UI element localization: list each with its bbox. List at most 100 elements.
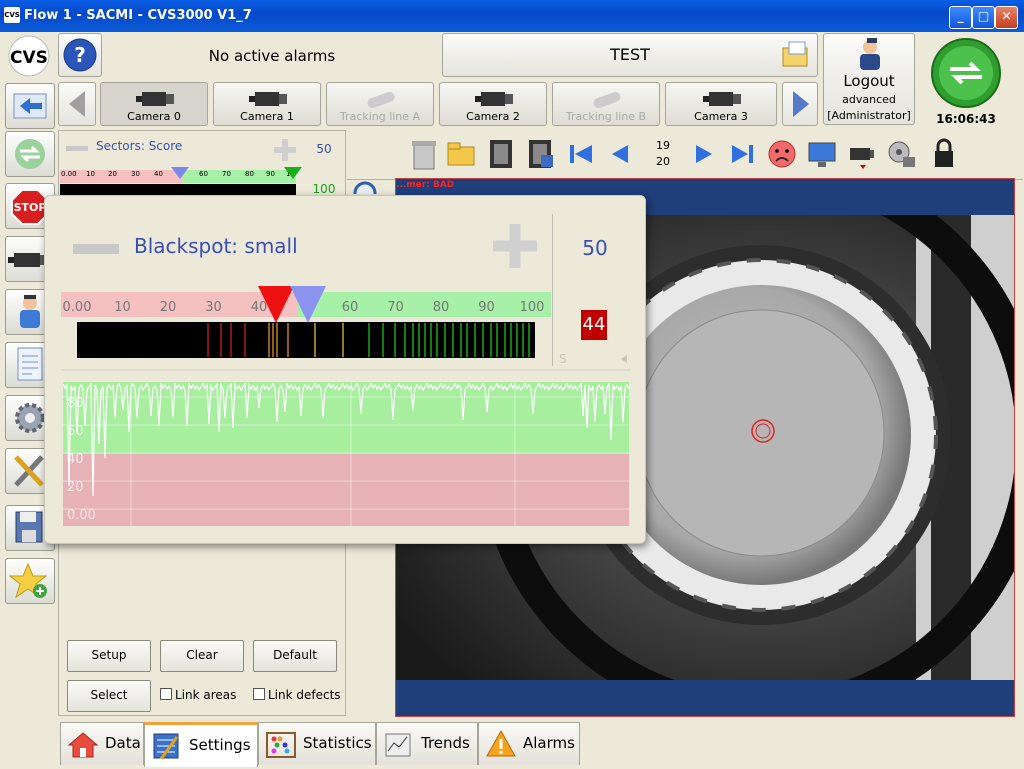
sectors-scale-label: 40 [154,170,163,178]
select-button[interactable]: Select [67,680,151,712]
tracking-line-icon [593,91,621,109]
scale-label: 90 [478,300,495,315]
first-frame-icon[interactable] [566,137,596,171]
tab-statistics[interactable]: Statistics [258,722,376,765]
link-defects-checkbox[interactable]: Link defects [253,688,341,702]
trend-good-area [63,382,629,454]
scale-label: 60 [342,300,359,315]
frame-current: 19 [656,139,670,152]
open-folder-icon [782,41,808,67]
camera-select-icon[interactable] [844,137,874,171]
sectors-scale-label: 70 [222,170,231,178]
previous-frame-icon[interactable] [604,137,634,171]
tab-label: Trends [421,734,470,752]
image-status-text: ...mer: BAD [396,180,455,190]
arrow-left-icon [13,93,47,119]
limit-marker-icon[interactable] [283,166,303,180]
last-frame-icon[interactable] [726,137,756,171]
scale-label: 30 [205,300,222,315]
scale-label: 100 [520,300,545,315]
clock: 16:06:43 [936,112,996,126]
zoom-in-icon[interactable] [352,180,380,194]
run-status-button[interactable] [930,37,1002,109]
plus-icon[interactable] [272,137,298,163]
tab-trends[interactable]: Trends [376,722,478,765]
tab-settings[interactable]: Settings [144,722,258,767]
trash-icon[interactable] [408,137,438,171]
camera-prev-button[interactable] [58,82,96,126]
film-save-icon[interactable] [525,137,555,171]
tracking-line-icon [367,91,395,109]
camera-icon [136,92,174,106]
close-button[interactable]: ✕ [995,6,1018,29]
trend-bad-area [63,454,629,526]
sad-face-icon[interactable] [766,137,796,171]
tab-label: Statistics [303,734,372,752]
sectors-scale-label: 0.00 [61,170,77,178]
back-button[interactable] [5,83,55,129]
minus-icon[interactable] [66,146,88,151]
svg-text:?: ? [74,43,86,67]
clear-button[interactable]: Clear [160,640,244,672]
maximize-button[interactable]: □ [972,6,995,29]
frame-total: 20 [656,155,670,168]
recipe-button[interactable]: TEST [442,33,818,77]
tab-label: Alarms [523,734,575,752]
film-icon[interactable] [486,137,516,171]
abacus-icon [266,732,296,758]
user-icon [860,38,880,70]
camera-label: Tracking line A [339,110,421,123]
alarm-status: No active alarms [208,47,336,65]
logo-text: CVS [10,48,48,68]
home-icon [67,732,99,758]
favorite-add-button[interactable] [5,558,55,604]
threshold-marker-icon[interactable] [170,166,190,180]
tab-label: Settings [189,736,251,754]
lock-icon[interactable] [928,137,958,171]
camera-icon [703,92,741,106]
link-defects-label: Link defects [268,688,341,702]
camera-next-button[interactable] [782,82,818,126]
camera-tab-0[interactable]: Camera 0 [100,82,208,126]
scale-label: 20 [160,300,177,315]
camera-label: Camera 3 [694,110,748,123]
triangle-left-icon [69,91,85,117]
tracking-tab-b[interactable]: Tracking line B [552,82,660,126]
logout-button[interactable]: Logout advanced [Administrator] [823,33,915,125]
help-button[interactable]: ? [58,33,102,77]
film-reel-icon[interactable] [885,137,915,171]
window-title: Flow 1 - SACMI - CVS3000 V1_7 [24,8,252,23]
checkbox-box[interactable] [160,688,172,700]
monitor-icon[interactable] [806,137,836,171]
cvs-logo: CVS [4,34,54,78]
checkbox-box[interactable] [253,688,265,700]
sectors-scale-label: 20 [108,170,117,178]
next-frame-icon[interactable] [688,137,718,171]
cycle-button[interactable] [5,131,55,177]
app-icon: CVS [4,7,20,23]
camera-label: Camera 1 [240,110,294,123]
camera-label: Camera 0 [127,110,181,123]
scale-label: 80 [433,300,450,315]
trend-axis-label: 0.00 [67,508,96,523]
default-button[interactable]: Default [253,640,337,672]
camera-label: Camera 2 [466,110,520,123]
minimize-button[interactable]: _ [949,6,972,29]
scale-label: 40 [251,300,268,315]
score-histogram [77,322,535,358]
open-folder-icon[interactable] [446,137,476,171]
warning-icon [486,729,516,757]
camera-tab-1[interactable]: Camera 1 [213,82,321,126]
camera-tab-3[interactable]: Camera 3 [665,82,777,126]
settings-icon [153,733,179,760]
tracking-tab-a[interactable]: Tracking line A [326,82,434,126]
camera-tab-2[interactable]: Camera 2 [439,82,547,126]
camera-label: Tracking line B [565,110,647,123]
setup-button[interactable]: Setup [67,640,151,672]
link-areas-checkbox[interactable]: Link areas [160,688,236,702]
tab-alarms[interactable]: Alarms [478,722,580,765]
sectors-scale-label: 80 [245,170,254,178]
sectors-scale-label: 60 [199,170,208,178]
tab-data[interactable]: Data [60,722,144,765]
sectors-scale-label: 10 [86,170,95,178]
